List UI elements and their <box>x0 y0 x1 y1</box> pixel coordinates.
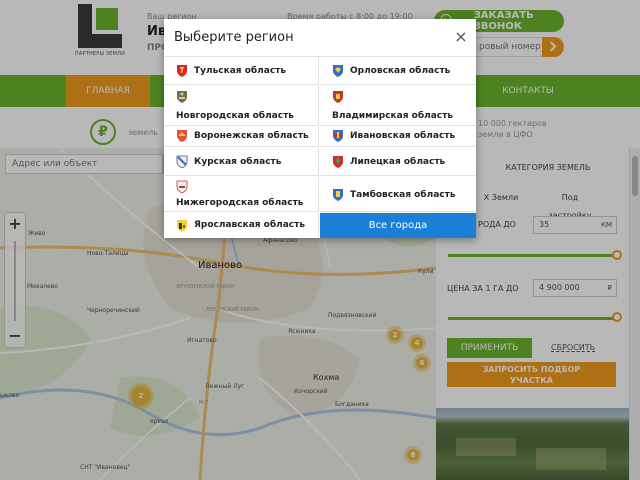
region-option-voronezh[interactable]: Воронежская область <box>164 127 319 147</box>
region-option-ivanovo[interactable]: Ивановская область <box>320 127 476 147</box>
ivanovo-coat-of-arms-icon <box>333 130 343 142</box>
kursk-coat-of-arms-icon <box>176 155 188 168</box>
region-option-orel[interactable]: Орловская область <box>320 57 476 85</box>
tula-coat-of-arms-icon <box>177 65 187 77</box>
region-option-tambov[interactable]: Тамбовская область <box>320 177 476 212</box>
region-option-novgorod[interactable]: Новгородская область <box>164 86 319 126</box>
vladimir-coat-of-arms-icon <box>333 91 343 103</box>
region-option-kursk[interactable]: Курская область <box>164 148 319 176</box>
yaroslavl-coat-of-arms-icon <box>177 220 187 232</box>
tambov-coat-of-arms-icon <box>333 189 343 201</box>
nizhny-novgorod-coat-of-arms-icon <box>176 180 188 193</box>
region-select-dialog: Выберите регион × Тульская область Орлов… <box>164 19 476 238</box>
all-cities-button[interactable]: Все города <box>320 213 476 238</box>
region-option-yaroslavl[interactable]: Ярославская область <box>164 213 319 238</box>
lipetsk-coat-of-arms-icon <box>333 156 343 168</box>
close-icon[interactable]: × <box>454 29 468 45</box>
region-option-tula[interactable]: Тульская область <box>164 57 319 85</box>
dialog-title: Выберите регион <box>174 30 294 45</box>
novgorod-coat-of-arms-icon <box>177 91 187 103</box>
region-option-vladimir[interactable]: Владимирская область <box>320 86 476 126</box>
orel-coat-of-arms-icon <box>333 65 343 77</box>
region-option-lipetsk[interactable]: Липецкая область <box>320 148 476 176</box>
region-option-nizhny-novgorod[interactable]: Нижегородская область <box>164 177 319 212</box>
voronezh-coat-of-arms-icon <box>177 130 187 142</box>
